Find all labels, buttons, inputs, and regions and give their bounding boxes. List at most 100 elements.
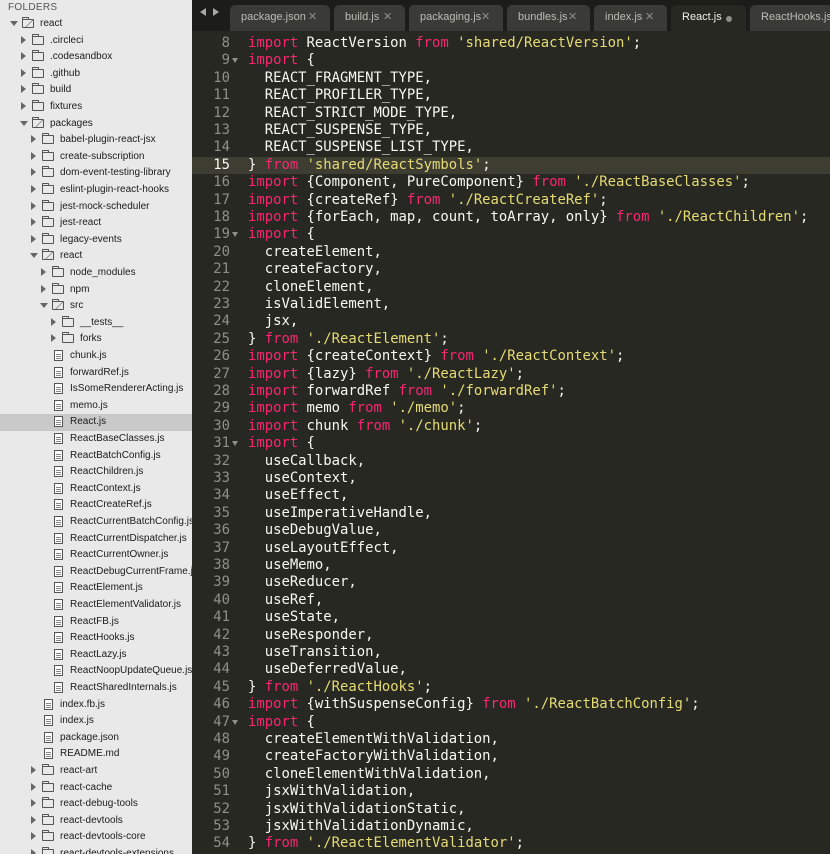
tree-folder[interactable]: forks xyxy=(0,331,192,348)
tree-folder[interactable]: .codesandbox xyxy=(0,49,192,66)
tree-file[interactable]: memo.js xyxy=(0,398,192,415)
code-line[interactable]: 21 createFactory, xyxy=(192,261,830,278)
tree-file[interactable]: ReactChildren.js xyxy=(0,464,192,481)
code-line[interactable]: 19 import { xyxy=(192,226,830,243)
tree-folder[interactable]: react xyxy=(0,248,192,265)
code-line[interactable]: 8 import ReactVersion from 'shared/ReactV… xyxy=(192,35,830,52)
code-line[interactable]: 54} from './ReactElementValidator'; xyxy=(192,835,830,852)
chevron-right-icon[interactable] xyxy=(31,815,36,824)
code-line[interactable]: 36 useDebugValue, xyxy=(192,522,830,539)
tree-folder[interactable]: dom-event-testing-library xyxy=(0,165,192,182)
chevron-right-icon[interactable] xyxy=(31,799,36,808)
code-line[interactable]: 33 useContext, xyxy=(192,470,830,487)
tab[interactable]: package.json ✕ xyxy=(230,5,330,31)
tree-file[interactable]: ReactCurrentBatchConfig.js xyxy=(0,514,192,531)
code-line[interactable]: 26 import {createContext} from './ReactCo… xyxy=(192,348,830,365)
tree-file[interactable]: ReactCurrentOwner.js xyxy=(0,547,192,564)
code-line[interactable]: 14 REACT_SUSPENSE_LIST_TYPE, xyxy=(192,139,830,156)
code-line[interactable]: 35 useImperativeHandle, xyxy=(192,505,830,522)
tab[interactable]: bundles.js ✕ xyxy=(507,5,590,31)
chevron-down-icon[interactable] xyxy=(40,303,48,309)
tree-folder[interactable]: __tests__ xyxy=(0,315,192,332)
chevron-right-icon[interactable] xyxy=(51,334,56,343)
tree-folder[interactable]: node_modules xyxy=(0,265,192,282)
code-line[interactable]: 48 createElementWithValidation, xyxy=(192,731,830,748)
code-line[interactable]: 37 useLayoutEffect, xyxy=(192,540,830,557)
code-line[interactable]: 44 useDeferredValue, xyxy=(192,661,830,678)
chevron-right-icon[interactable] xyxy=(41,268,46,276)
chevron-right-icon[interactable] xyxy=(31,234,36,243)
code-line[interactable]: 15} from 'shared/ReactSymbols'; xyxy=(192,156,830,175)
tree-file[interactable]: ReactNoopUpdateQueue.js xyxy=(0,663,192,680)
code-line[interactable]: 50 cloneElementWithValidation, xyxy=(192,766,830,783)
tree-file[interactable]: index.fb.js xyxy=(0,697,192,714)
tree-file[interactable]: ReactLazy.js xyxy=(0,647,192,664)
code-line[interactable]: 18 import {forEach, map, count, toArray, … xyxy=(192,209,830,226)
code-line[interactable]: 10 REACT_FRAGMENT_TYPE, xyxy=(192,70,830,87)
code-line[interactable]: 39 useReducer, xyxy=(192,574,830,591)
chevron-right-icon[interactable] xyxy=(41,284,46,293)
tab[interactable]: index.js ✕ xyxy=(594,5,667,31)
code-line[interactable]: 25} from './ReactElement'; xyxy=(192,331,830,348)
code-line[interactable]: 29 import memo from './memo'; xyxy=(192,400,830,417)
code-line[interactable]: 9 import { xyxy=(192,52,830,69)
tab-scroll-left-icon[interactable] xyxy=(200,8,206,16)
tree-file[interactable]: ReactSharedInternals.js xyxy=(0,680,192,697)
tree-folder[interactable]: react-art xyxy=(0,763,192,780)
tree-folder[interactable]: react-devtools xyxy=(0,813,192,830)
tree-folder[interactable]: legacy-events xyxy=(0,232,192,249)
tab-scroll-right-icon[interactable] xyxy=(213,8,219,16)
chevron-right-icon[interactable] xyxy=(31,135,36,144)
tree-file[interactable]: ReactFB.js xyxy=(0,614,192,631)
tree-file[interactable]: ReactDebugCurrentFrame.js xyxy=(0,564,192,581)
tab[interactable]: build.js ✕ xyxy=(334,5,405,31)
code-line[interactable]: 47 import { xyxy=(192,714,830,731)
close-icon[interactable]: ✕ xyxy=(383,10,392,24)
chevron-right-icon[interactable] xyxy=(31,782,36,791)
tree-folder[interactable]: react-cache xyxy=(0,780,192,797)
chevron-right-icon[interactable] xyxy=(31,151,36,160)
code-line[interactable]: 49 createFactoryWithValidation, xyxy=(192,748,830,765)
tree-folder[interactable]: eslint-plugin-react-hooks xyxy=(0,182,192,199)
fold-arrow-icon[interactable] xyxy=(232,58,238,64)
code-line[interactable]: 13 REACT_SUSPENSE_TYPE, xyxy=(192,122,830,139)
code-line[interactable]: 20 createElement, xyxy=(192,244,830,261)
code-line[interactable]: 17 import {createRef} from './ReactCreate… xyxy=(192,192,830,209)
tree-file[interactable]: index.js xyxy=(0,713,192,730)
code-line[interactable]: 53 jsxWithValidationDynamic, xyxy=(192,818,830,835)
code-line[interactable]: 27 import {lazy} from './ReactLazy'; xyxy=(192,366,830,383)
tree-file[interactable]: ReactContext.js xyxy=(0,481,192,498)
code-line[interactable]: 38 useMemo, xyxy=(192,557,830,574)
tree-folder[interactable]: fixtures xyxy=(0,99,192,116)
chevron-right-icon[interactable] xyxy=(21,68,26,77)
code-line[interactable]: 24 jsx, xyxy=(192,313,830,330)
unsaved-dot-icon[interactable] xyxy=(726,16,732,22)
code-line[interactable]: 30 import chunk from './chunk'; xyxy=(192,418,830,435)
tree-folder[interactable]: create-subscription xyxy=(0,149,192,166)
code-line[interactable]: 28 import forwardRef from './forwardRef'; xyxy=(192,383,830,400)
fold-arrow-icon[interactable] xyxy=(232,232,238,238)
code-line[interactable]: 41 useState, xyxy=(192,609,830,626)
chevron-right-icon[interactable] xyxy=(21,35,26,44)
code-line[interactable]: 43 useTransition, xyxy=(192,644,830,661)
tree-folder[interactable]: build xyxy=(0,82,192,99)
chevron-right-icon[interactable] xyxy=(31,849,36,854)
chevron-right-icon[interactable] xyxy=(31,168,36,177)
code-line[interactable]: 23 isValidElement, xyxy=(192,296,830,313)
tree-file[interactable]: ReactBatchConfig.js xyxy=(0,448,192,465)
tree-file[interactable]: package.json xyxy=(0,730,192,747)
close-icon[interactable]: ✕ xyxy=(645,10,654,24)
close-icon[interactable]: ✕ xyxy=(481,10,490,24)
tab[interactable]: packaging.js ✕ xyxy=(409,5,503,31)
tab[interactable]: React.js xyxy=(671,5,746,31)
tree-folder[interactable]: react-devtools-extensions xyxy=(0,846,192,854)
code-line[interactable]: 22 cloneElement, xyxy=(192,279,830,296)
tree-file[interactable]: IsSomeRendererActing.js xyxy=(0,381,192,398)
tree-file[interactable]: chunk.js xyxy=(0,348,192,365)
tree-file[interactable]: ReactHooks.js xyxy=(0,630,192,647)
close-icon[interactable]: ✕ xyxy=(568,10,577,24)
chevron-down-icon[interactable] xyxy=(20,120,28,126)
tree-folder[interactable]: react-debug-tools xyxy=(0,796,192,813)
tree-folder[interactable]: npm xyxy=(0,282,192,299)
code-line[interactable]: 34 useEffect, xyxy=(192,487,830,504)
